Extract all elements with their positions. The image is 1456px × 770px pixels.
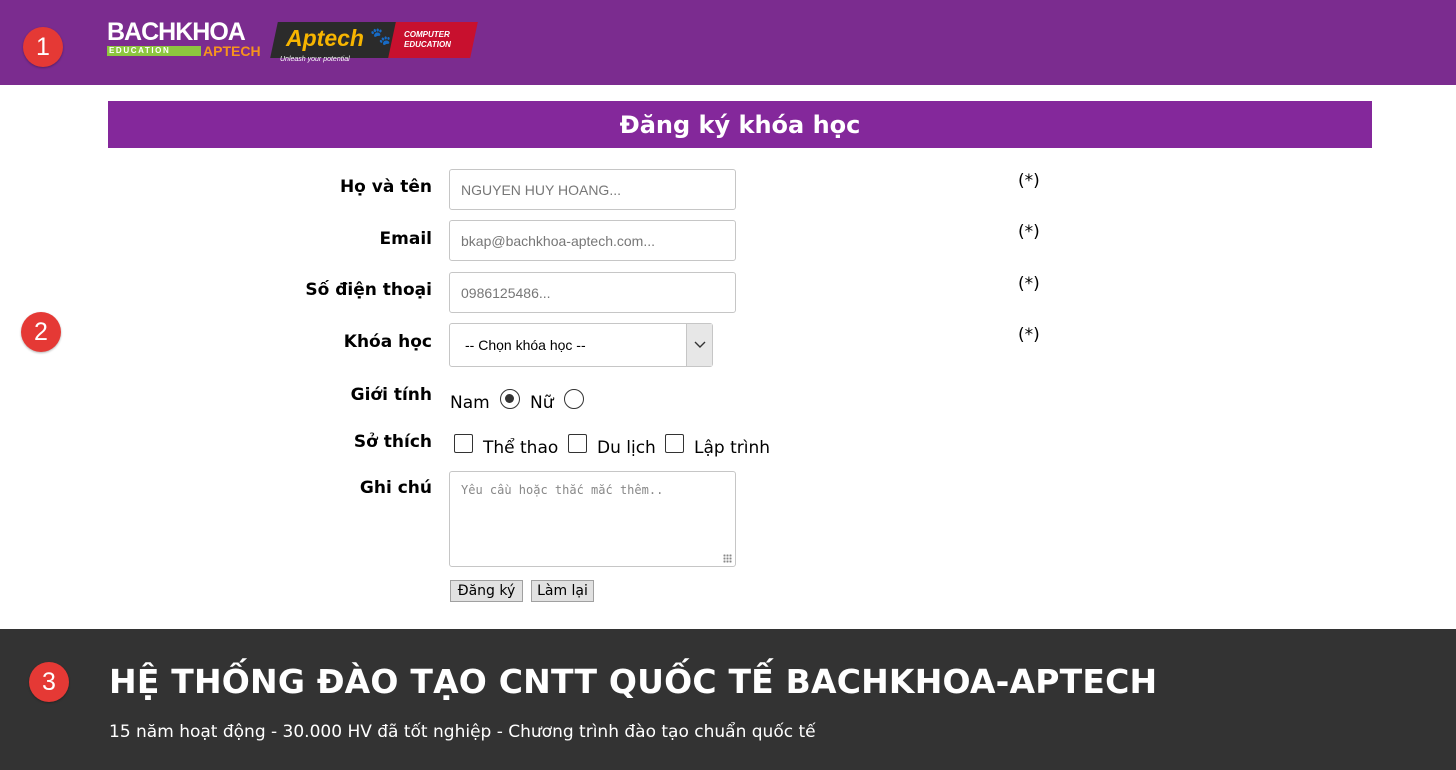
course-select-value: -- Chọn khóa học -- [465,337,586,353]
site-footer: 3 HỆ THỐNG ĐÀO TẠO CNTT QUỐC TẾ BACHKHOA… [0,629,1456,770]
note-placeholder: Yêu cầu hoặc thắc mắc thêm.. [461,483,664,497]
gender-radio-nam[interactable] [500,389,520,409]
bachkhoa-logo[interactable]: BACHKHOA EDUCATION APTECH [107,18,262,62]
form-title: Đăng ký khóa học [108,101,1372,148]
paw-icon: 🐾 [370,27,392,47]
aptech-logo-tagline: Unleash your potential [280,56,350,63]
course-select[interactable]: -- Chọn khóa học -- [449,323,713,367]
chevron-down-icon[interactable] [686,324,712,366]
aptech-logo-word: Aptech [286,25,364,51]
course-label: Khóa học [343,332,432,352]
marker-1: 1 [23,27,63,67]
phone-required-marker: (*) [1018,274,1040,294]
name-required-marker: (*) [1018,171,1040,191]
hobby-checkbox-programming[interactable] [665,434,684,453]
hobby-checkbox-sports[interactable] [454,434,473,453]
bachkhoa-logo-text: BACHKHOA [107,18,246,46]
resize-handle-icon[interactable] [723,554,732,563]
submit-button[interactable]: Đăng ký [450,580,523,602]
phone-input[interactable]: 0986125486... [449,272,736,313]
aptech-logo[interactable]: Aptech 🐾 COMPUTER EDUCATION Unleash your… [270,22,478,66]
hobby-checkbox-travel[interactable] [568,434,587,453]
note-textarea[interactable]: Yêu cầu hoặc thắc mắc thêm.. [449,471,736,567]
course-required-marker: (*) [1018,325,1040,345]
hobby-label-sports: Thể thao [483,438,559,458]
gender-radio-nu[interactable] [564,389,584,409]
hobby-label-programming: Lập trình [694,438,771,458]
name-input[interactable]: NGUYEN HUY HOANG... [449,169,736,210]
email-label: Email [379,229,432,249]
hobby-label-travel: Du lịch [597,438,656,458]
phone-label: Số điện thoại [305,280,432,300]
footer-title: HỆ THỐNG ĐÀO TẠO CNTT QUỐC TẾ BACHKHOA-A… [109,662,1158,701]
email-input[interactable]: bkap@bachkhoa-aptech.com... [449,220,736,261]
bachkhoa-logo-education: EDUCATION [109,46,171,55]
marker-3: 3 [29,662,69,702]
marker-2: 2 [21,312,61,352]
reset-button[interactable]: Làm lại [531,580,594,602]
hobbies-label: Sở thích [353,432,432,452]
aptech-logo-education: EDUCATION [404,40,451,49]
gender-option-nu-label: Nữ [530,393,554,413]
note-label: Ghi chú [359,478,432,498]
aptech-logo-computer-education: COMPUTER EDUCATION [404,30,451,50]
footer-subtitle: 15 năm hoạt động - 30.000 HV đã tốt nghi… [109,722,816,742]
site-header: 1 BACHKHOA EDUCATION APTECH Aptech 🐾 COM… [0,0,1456,85]
bachkhoa-logo-aptech: APTECH [203,43,261,59]
aptech-logo-computer: COMPUTER [404,30,450,39]
gender-label: Giới tính [350,385,432,405]
gender-option-nam-label: Nam [450,393,490,413]
name-label: Họ và tên [339,177,432,197]
email-required-marker: (*) [1018,222,1040,242]
